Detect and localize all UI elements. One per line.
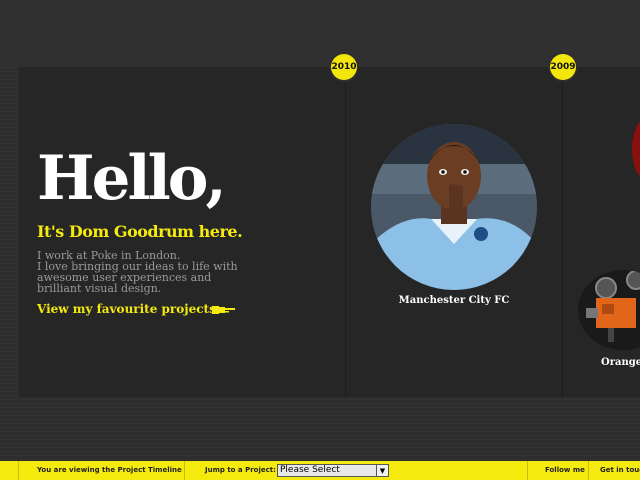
hand-pointer-icon[interactable] [212,304,236,316]
follow-me-link[interactable]: Follow me [545,466,585,474]
year-marker-2010[interactable]: 2010 [331,54,357,80]
chevron-down-icon[interactable]: ▼ [376,465,388,476]
player-photo-icon [371,124,537,290]
year-marker-2009[interactable]: 2009 [550,54,576,80]
viewing-status-text: You are viewing the Project Timeline [37,466,182,474]
footer-divider [18,461,19,480]
project-caption-orange[interactable]: Orange [601,357,640,368]
footer-divider [184,461,185,480]
jump-label: Jump to a Project: [205,466,276,474]
project-select[interactable]: Please Select ▼ [277,464,389,477]
project-select-value: Please Select [280,465,340,475]
footer-divider [527,461,528,480]
view-projects-link[interactable]: View my favourite projects [37,302,216,316]
greeting-heading: Hello, [37,143,227,214]
manchester-city-thumbnail[interactable] [371,124,537,290]
get-in-touch-link[interactable]: Get in touch [600,466,640,474]
project-caption-manchester-city[interactable]: Manchester City FC [374,295,534,306]
top-band [0,0,640,67]
footer-divider [588,461,589,480]
intro-subtitle: It's Dom Goodrum here. [37,222,243,241]
footer-bar: You are viewing the Project Timeline Jum… [0,461,640,480]
intro-line: brilliant visual design. [37,282,162,295]
